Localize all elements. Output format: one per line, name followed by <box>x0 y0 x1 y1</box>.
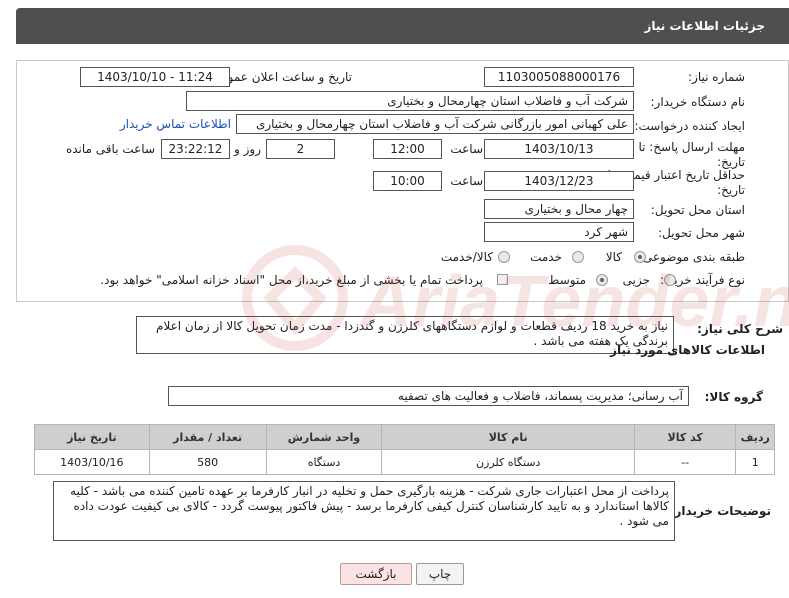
treasury-bonds-checkbox[interactable] <box>497 274 508 285</box>
remaining-time-label: ساعت باقی مانده <box>65 142 155 156</box>
category-radio-service[interactable] <box>572 251 584 263</box>
days-label: روز و <box>234 142 261 156</box>
buyer-org-label: نام دستگاه خریدار: <box>650 95 746 109</box>
cell-need-date: 1403/10/16 <box>34 449 150 475</box>
category-option-goods: کالا <box>605 250 622 264</box>
back-button[interactable]: بازگشت <box>340 563 412 585</box>
col-header-quantity: تعداد / مقدار <box>148 424 267 450</box>
delivery-province-field[interactable]: چهار محال و بختیاری <box>484 199 634 219</box>
col-header-need-date: تاریخ نیاز <box>34 424 150 450</box>
process-option-minor: جزیی <box>622 273 650 287</box>
goods-info-title: اطلاعات کالاهای مورد نیاز <box>610 343 765 357</box>
description-label: شرح کلی نیاز: <box>697 322 783 336</box>
buyer-notes-label: توضیحات خریدار: <box>669 504 771 518</box>
category-option-goods-service: کالا/خدمت <box>440 250 493 264</box>
table-header-row: ردیف کد کالا نام کالا واحد شمارش تعداد /… <box>34 424 775 450</box>
requester-field[interactable]: علی کهبانی امور بازرگانی شرکت آب و فاضلا… <box>236 114 634 134</box>
category-option-service: خدمت <box>530 250 562 264</box>
col-header-code: کد کالا <box>633 424 737 450</box>
process-option-medium: متوسط <box>548 273 586 287</box>
cell-name: دستگاه کلرزن <box>381 449 635 475</box>
deadline-time-label: ساعت <box>450 142 483 156</box>
goods-table-container: ردیف کد کالا نام کالا واحد شمارش تعداد /… <box>34 424 775 475</box>
page-header: جزئیات اطلاعات نیاز <box>16 8 789 44</box>
buyer-contact-link[interactable]: اطلاعات تماس خریدار <box>120 117 231 131</box>
cell-code: -- <box>633 449 737 475</box>
col-header-unit: واحد شمارش <box>265 424 383 450</box>
delivery-province-label: استان محل تحویل: <box>650 203 745 217</box>
buyer-org-field[interactable]: شرکت آب و فاضلاب استان چهارمحال و بختیار… <box>186 91 634 111</box>
days-remaining-field[interactable]: 2 <box>266 139 335 159</box>
price-validity-time-label: ساعت <box>450 174 483 188</box>
table-row: 1 -- دستگاه کلرزن دستگاه 580 1403/10/16 <box>34 449 775 475</box>
category-label: طبقه بندی موضوعی: <box>638 250 745 264</box>
delivery-city-label: شهر محل تحویل: <box>658 226 745 240</box>
treasury-bonds-note: پرداخت تمام یا بخشی از مبلغ خرید،از محل … <box>100 273 483 287</box>
deadline-label: مهلت ارسال پاسخ: تا <box>638 140 745 154</box>
page-title: جزئیات اطلاعات نیاز <box>644 19 765 33</box>
announce-datetime-field[interactable]: 1403/10/10 - 11:24 <box>80 67 230 87</box>
price-validity-date-field[interactable]: 1403/12/23 <box>484 171 634 191</box>
buyer-notes-text[interactable]: پرداخت از محل اعتبارات جاری شرکت - هزینه… <box>53 481 675 541</box>
deadline-time-field[interactable]: 12:00 <box>373 139 442 159</box>
price-validity-time-field[interactable]: 10:00 <box>373 171 442 191</box>
price-validity-label-date: تاریخ: <box>717 183 745 197</box>
goods-group-label: گروه کالا: <box>704 390 763 404</box>
print-button[interactable]: چاپ <box>416 563 464 585</box>
cell-unit: دستگاه <box>265 449 383 475</box>
goods-table: ردیف کد کالا نام کالا واحد شمارش تعداد /… <box>34 424 775 475</box>
category-radio-goods-service[interactable] <box>498 251 510 263</box>
process-radio-minor[interactable] <box>664 274 676 286</box>
requester-label: ایجاد کننده درخواست: <box>634 119 745 133</box>
cell-row-number: 1 <box>735 449 775 475</box>
deadline-date-field[interactable]: 1403/10/13 <box>484 139 634 159</box>
cell-quantity: 580 <box>148 449 267 475</box>
category-radio-goods[interactable] <box>634 251 646 263</box>
description-text[interactable]: نیاز به خرید 18 ردیف قطعات و لوازم دستگا… <box>136 316 674 354</box>
need-number-field[interactable]: 1103005088000176 <box>484 67 634 87</box>
col-header-row-number: ردیف <box>735 424 775 450</box>
remaining-time-field[interactable]: 23:22:12 <box>161 139 230 159</box>
delivery-city-field[interactable]: شهر کرد <box>484 222 634 242</box>
need-number-label: شماره نیاز: <box>688 70 745 84</box>
process-radio-medium[interactable] <box>596 274 608 286</box>
goods-group-field[interactable]: آب رسانی؛ مدیریت پسماند، فاضلاب و فعالیت… <box>168 386 689 406</box>
col-header-name: نام کالا <box>381 424 635 450</box>
